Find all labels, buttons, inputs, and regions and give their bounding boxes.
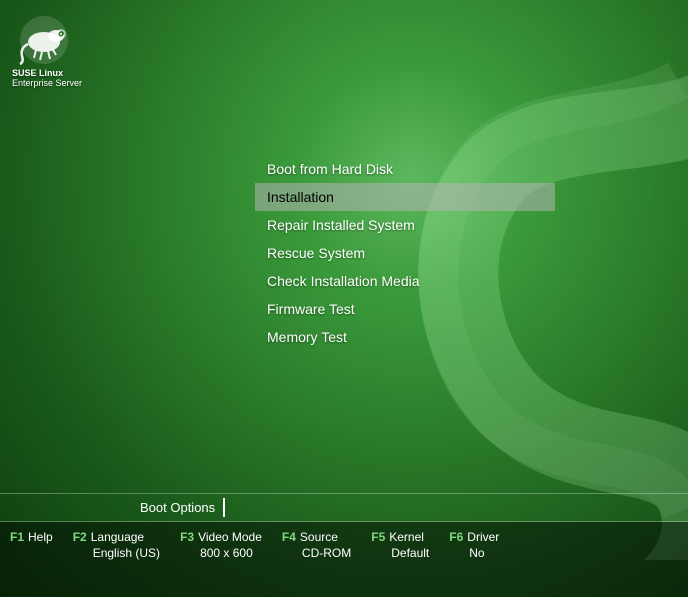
boot-menu: Boot from Hard DiskInstallationRepair In… xyxy=(255,155,555,351)
fkey-value-f5: Default xyxy=(371,546,429,560)
fkey-group-f6[interactable]: F6 Driver No xyxy=(449,530,499,560)
menu-item-6[interactable]: Memory Test xyxy=(255,323,555,351)
fkey-name-f6: Driver xyxy=(467,530,499,544)
logo-line2: Enterprise Server xyxy=(12,78,82,88)
menu-item-2[interactable]: Repair Installed System xyxy=(255,211,555,239)
menu-item-4[interactable]: Check Installation Media xyxy=(255,267,555,295)
fkey-name-f5: Kernel xyxy=(389,530,424,544)
boot-options-label: Boot Options xyxy=(140,500,215,515)
logo-line1: SUSE Linux xyxy=(12,68,82,78)
logo: SUSE Linux Enterprise Server xyxy=(12,12,82,88)
fkey-key-f2: F2 xyxy=(73,530,87,544)
fkey-group-f3[interactable]: F3 Video Mode 800 x 600 xyxy=(180,530,262,560)
menu-item-1[interactable]: Installation xyxy=(255,183,555,211)
fkey-group-f5[interactable]: F5 Kernel Default xyxy=(371,530,429,560)
fkey-key-f1: F1 xyxy=(10,530,24,544)
menu-item-5[interactable]: Firmware Test xyxy=(255,295,555,323)
fkey-key-f4: F4 xyxy=(282,530,296,544)
fkey-name-f3: Video Mode xyxy=(198,530,262,544)
fkey-key-f3: F3 xyxy=(180,530,194,544)
boot-options-bar: Boot Options xyxy=(0,493,688,522)
suse-logo-icon xyxy=(12,12,76,68)
fkey-group-f1[interactable]: F1 Help xyxy=(10,530,53,544)
fkey-value-f6: No xyxy=(449,546,484,560)
fkey-group-f2[interactable]: F2 Language English (US) xyxy=(73,530,160,560)
fkey-name-f1: Help xyxy=(28,530,53,544)
fkey-value-f4: CD-ROM xyxy=(282,546,351,560)
fkeys-bar: F1 Help F2 Language English (US) F3 Video Mode… xyxy=(0,522,688,597)
logo-text: SUSE Linux Enterprise Server xyxy=(12,68,82,88)
fkey-value-f3: 800 x 600 xyxy=(180,546,253,560)
fkey-name-f2: Language xyxy=(91,530,144,544)
fkey-name-f4: Source xyxy=(300,530,338,544)
menu-item-3[interactable]: Rescue System xyxy=(255,239,555,267)
fkey-value-f2: English (US) xyxy=(73,546,160,560)
fkey-group-f4[interactable]: F4 Source CD-ROM xyxy=(282,530,351,560)
boot-options-input[interactable] xyxy=(223,498,688,517)
fkey-key-f5: F5 xyxy=(371,530,385,544)
menu-item-0[interactable]: Boot from Hard Disk xyxy=(255,155,555,183)
fkey-key-f6: F6 xyxy=(449,530,463,544)
